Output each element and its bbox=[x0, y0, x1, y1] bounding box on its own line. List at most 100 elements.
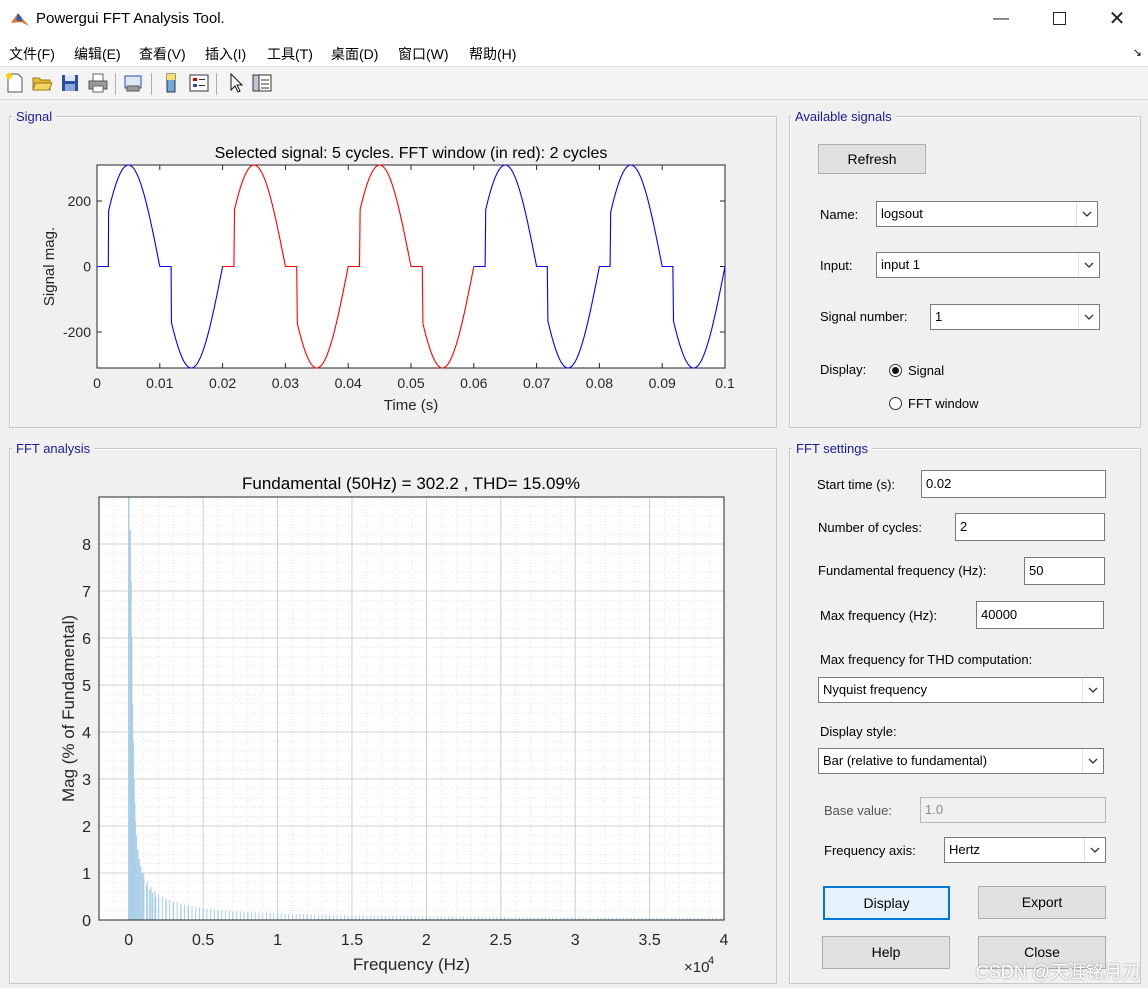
print-preview-icon[interactable] bbox=[122, 72, 144, 94]
toolbar bbox=[0, 67, 1148, 100]
input-select[interactable]: input 1 bbox=[876, 252, 1100, 278]
start-time-input[interactable]: 0.02 bbox=[921, 470, 1106, 498]
open-file-icon[interactable] bbox=[31, 72, 53, 94]
refresh-button[interactable]: Refresh bbox=[818, 144, 926, 174]
fft-bar bbox=[295, 913, 297, 920]
save-icon[interactable] bbox=[59, 72, 81, 94]
fft-bar bbox=[358, 915, 360, 920]
fft-bar bbox=[370, 915, 372, 920]
fft-bar bbox=[411, 916, 412, 920]
fft-bar bbox=[224, 910, 226, 920]
menu-tools[interactable]: 工具(T) bbox=[267, 44, 313, 64]
fft-bar bbox=[437, 916, 439, 920]
x-axis-exponent-power: 4 bbox=[708, 955, 714, 967]
menu-desktop[interactable]: 桌面(D) bbox=[331, 44, 378, 64]
colorbar-icon[interactable] bbox=[160, 72, 182, 94]
y-tick-label: 3 bbox=[82, 772, 91, 789]
y-tick-label: 6 bbox=[82, 631, 91, 648]
fft-bar bbox=[176, 902, 178, 920]
menu-window[interactable]: 窗口(W) bbox=[398, 44, 449, 64]
x-tick-label: 2 bbox=[422, 932, 431, 949]
fft-y-axis-label: Mag (% of Fundamental) bbox=[59, 615, 78, 802]
fft-bar bbox=[251, 912, 253, 920]
fft-bar bbox=[146, 881, 148, 920]
fft-bar bbox=[184, 904, 186, 920]
cycles-input[interactable]: 2 bbox=[955, 513, 1105, 541]
fft-bar bbox=[418, 916, 420, 920]
fundamental-frequency-input[interactable]: 50 bbox=[1024, 557, 1105, 585]
x-tick-label: 0.5 bbox=[192, 932, 214, 949]
fft-bar bbox=[165, 898, 167, 920]
radio-signal[interactable] bbox=[889, 364, 902, 377]
x-tick-label: 4 bbox=[720, 932, 729, 949]
fft-bar bbox=[195, 906, 197, 920]
fft-bar bbox=[280, 913, 282, 920]
property-editor-icon[interactable] bbox=[251, 72, 273, 94]
fft-bar bbox=[273, 913, 275, 920]
fft-bar bbox=[198, 907, 200, 920]
fft-bar bbox=[377, 915, 379, 920]
fft-bar bbox=[206, 908, 208, 920]
start-time-label: Start time (s): bbox=[817, 477, 896, 492]
menu-help[interactable]: 帮助(H) bbox=[469, 44, 516, 64]
name-select[interactable]: logsout bbox=[876, 201, 1098, 227]
signal-number-select[interactable]: 1 bbox=[930, 304, 1100, 330]
legend-icon[interactable] bbox=[188, 72, 210, 94]
fft-bar bbox=[448, 916, 450, 920]
fft-bar bbox=[243, 911, 245, 920]
frequency-axis-select[interactable]: Hertz bbox=[944, 837, 1106, 863]
fft-bar bbox=[187, 905, 189, 920]
fft-bar bbox=[172, 901, 174, 920]
menu-view[interactable]: 查看(V) bbox=[139, 44, 186, 64]
display-button[interactable]: Display bbox=[823, 886, 950, 920]
fft-bar bbox=[232, 911, 234, 920]
fft-bar bbox=[139, 865, 142, 920]
pointer-icon[interactable] bbox=[225, 72, 247, 94]
maximize-icon[interactable] bbox=[1030, 0, 1088, 38]
fft-bar bbox=[262, 912, 264, 920]
display-style-select[interactable]: Bar (relative to fundamental) bbox=[818, 748, 1104, 774]
x-tick-label: 1.5 bbox=[341, 932, 363, 949]
fft-bar bbox=[213, 909, 215, 920]
fft-bar bbox=[239, 911, 241, 920]
radio-fft-window-label[interactable]: FFT window bbox=[908, 396, 979, 411]
window-title: Powergui FFT Analysis Tool. bbox=[36, 10, 225, 27]
fft-bar bbox=[277, 913, 279, 920]
print-icon[interactable] bbox=[87, 72, 109, 94]
radio-signal-label[interactable]: Signal bbox=[908, 363, 944, 378]
menu-insert[interactable]: 插入(I) bbox=[205, 44, 246, 64]
signal-number-value: 1 bbox=[935, 309, 943, 324]
menu-file[interactable]: 文件(F) bbox=[9, 44, 55, 64]
toolbar-separator bbox=[216, 73, 217, 95]
close-icon[interactable]: ✕ bbox=[1088, 0, 1146, 38]
fft-bar bbox=[440, 916, 442, 920]
max-frequency-input[interactable]: 40000 bbox=[976, 601, 1104, 629]
new-figure-icon[interactable] bbox=[4, 72, 26, 94]
fft-bar bbox=[362, 915, 364, 920]
signal-x-axis-label: Time (s) bbox=[384, 397, 438, 414]
menu-edit[interactable]: 编辑(E) bbox=[74, 44, 121, 64]
name-select-value: logsout bbox=[881, 206, 923, 221]
help-button[interactable]: Help bbox=[822, 936, 950, 969]
chevron-down-icon bbox=[1084, 838, 1100, 862]
title-bar: Powergui FFT Analysis Tool. — ✕ bbox=[0, 0, 1148, 38]
fft-bar bbox=[269, 913, 271, 920]
radio-fft-window[interactable] bbox=[889, 397, 902, 410]
dock-arrow-icon[interactable]: ↘ bbox=[1133, 46, 1142, 59]
fft-bar bbox=[325, 914, 327, 920]
chevron-down-icon bbox=[1078, 305, 1094, 329]
fft-bar bbox=[154, 890, 156, 920]
fft-bar bbox=[151, 892, 154, 920]
display-style-label: Display style: bbox=[820, 724, 897, 739]
fft-settings-title: FFT settings bbox=[792, 441, 873, 456]
export-button[interactable]: Export bbox=[978, 886, 1106, 919]
fft-bar bbox=[284, 913, 286, 920]
minimize-icon[interactable]: — bbox=[972, 0, 1030, 38]
thd-select[interactable]: Nyquist frequency bbox=[818, 677, 1104, 703]
fft-bar bbox=[388, 915, 390, 920]
x-tick-label: 1 bbox=[273, 932, 282, 949]
fft-bar bbox=[288, 913, 290, 920]
fft-bar bbox=[310, 914, 312, 920]
fft-bar bbox=[399, 916, 401, 920]
y-tick-label: 0 bbox=[82, 913, 91, 930]
